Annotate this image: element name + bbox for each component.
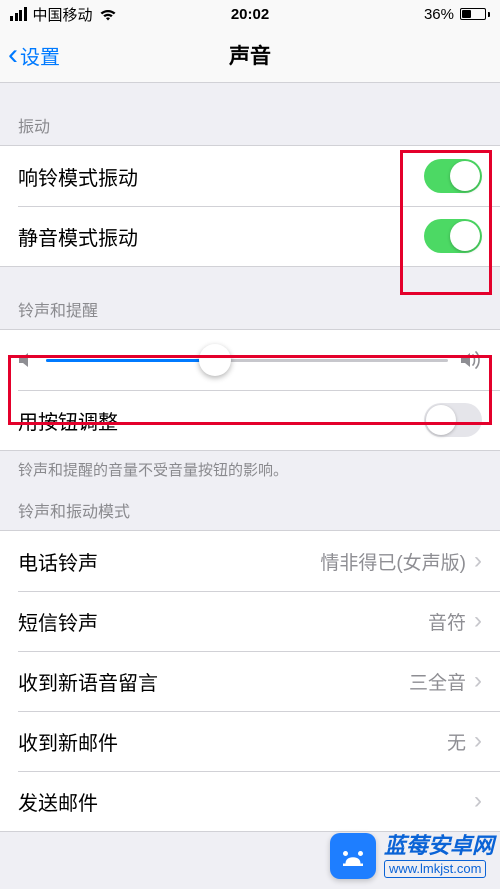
section-header-ringer: 铃声和提醒 — [0, 267, 500, 329]
ring-vibrate-toggle[interactable] — [424, 159, 482, 193]
group-patterns: 电话铃声 情非得已(女声版) › 短信铃声 音符 › 收到新语音留言 三全音 ›… — [0, 530, 500, 832]
group-vibration: 响铃模式振动 静音模式振动 — [0, 145, 500, 267]
row-ring-vibrate: 响铃模式振动 — [0, 146, 500, 206]
row-silent-vibrate: 静音模式振动 — [0, 206, 500, 266]
text-tone-value: 音符 — [428, 608, 466, 635]
back-label: 设置 — [20, 41, 60, 70]
back-button[interactable]: ‹ 设置 — [8, 28, 60, 82]
section-header-patterns: 铃声和振动模式 — [0, 480, 500, 530]
watermark-title: 蓝莓安卓网 — [384, 834, 494, 858]
chevron-right-icon: › — [474, 667, 482, 695]
text-tone-label: 短信铃声 — [18, 607, 98, 636]
row-new-mail[interactable]: 收到新邮件 无 › — [0, 711, 500, 771]
chevron-right-icon: › — [474, 547, 482, 575]
row-text-tone[interactable]: 短信铃声 音符 › — [0, 591, 500, 651]
chevron-right-icon: › — [474, 727, 482, 755]
status-bar: 中国移动 20:02 36% — [0, 0, 500, 28]
section-header-vibration: 振动 — [0, 83, 500, 145]
new-mail-label: 收到新邮件 — [18, 727, 118, 756]
volume-high-icon — [460, 351, 482, 369]
row-change-with-buttons: 用按钮调整 — [0, 390, 500, 450]
section-footer-ringer: 铃声和提醒的音量不受音量按钮的影响。 — [0, 451, 500, 480]
change-with-buttons-toggle[interactable] — [424, 403, 482, 437]
volume-low-icon — [18, 351, 34, 369]
watermark-logo-icon — [330, 833, 376, 879]
new-mail-value: 无 — [447, 728, 466, 755]
watermark: 蓝莓安卓网 www.lmkjst.com — [330, 833, 494, 879]
silent-vibrate-label: 静音模式振动 — [18, 222, 138, 251]
status-time: 20:02 — [0, 6, 500, 23]
row-voicemail[interactable]: 收到新语音留言 三全音 › — [0, 651, 500, 711]
ringtone-label: 电话铃声 — [18, 547, 98, 576]
chevron-left-icon: ‹ — [8, 40, 18, 70]
row-ringtone[interactable]: 电话铃声 情非得已(女声版) › — [0, 531, 500, 591]
silent-vibrate-toggle[interactable] — [424, 219, 482, 253]
voicemail-value: 三全音 — [409, 668, 466, 695]
volume-slider[interactable] — [46, 359, 448, 362]
nav-bar: ‹ 设置 声音 — [0, 28, 500, 83]
page-title: 声音 — [229, 40, 271, 70]
battery-icon — [460, 8, 490, 20]
sent-mail-label: 发送邮件 — [18, 787, 98, 816]
row-sent-mail[interactable]: 发送邮件 › — [0, 771, 500, 831]
group-ringer: 用按钮调整 — [0, 329, 500, 451]
row-volume-slider — [0, 330, 500, 390]
change-with-buttons-label: 用按钮调整 — [18, 406, 118, 435]
voicemail-label: 收到新语音留言 — [18, 667, 158, 696]
ring-vibrate-label: 响铃模式振动 — [18, 162, 138, 191]
chevron-right-icon: › — [474, 787, 482, 815]
ringtone-value: 情非得已(女声版) — [320, 548, 466, 575]
watermark-url: www.lmkjst.com — [384, 860, 486, 878]
chevron-right-icon: › — [474, 607, 482, 635]
